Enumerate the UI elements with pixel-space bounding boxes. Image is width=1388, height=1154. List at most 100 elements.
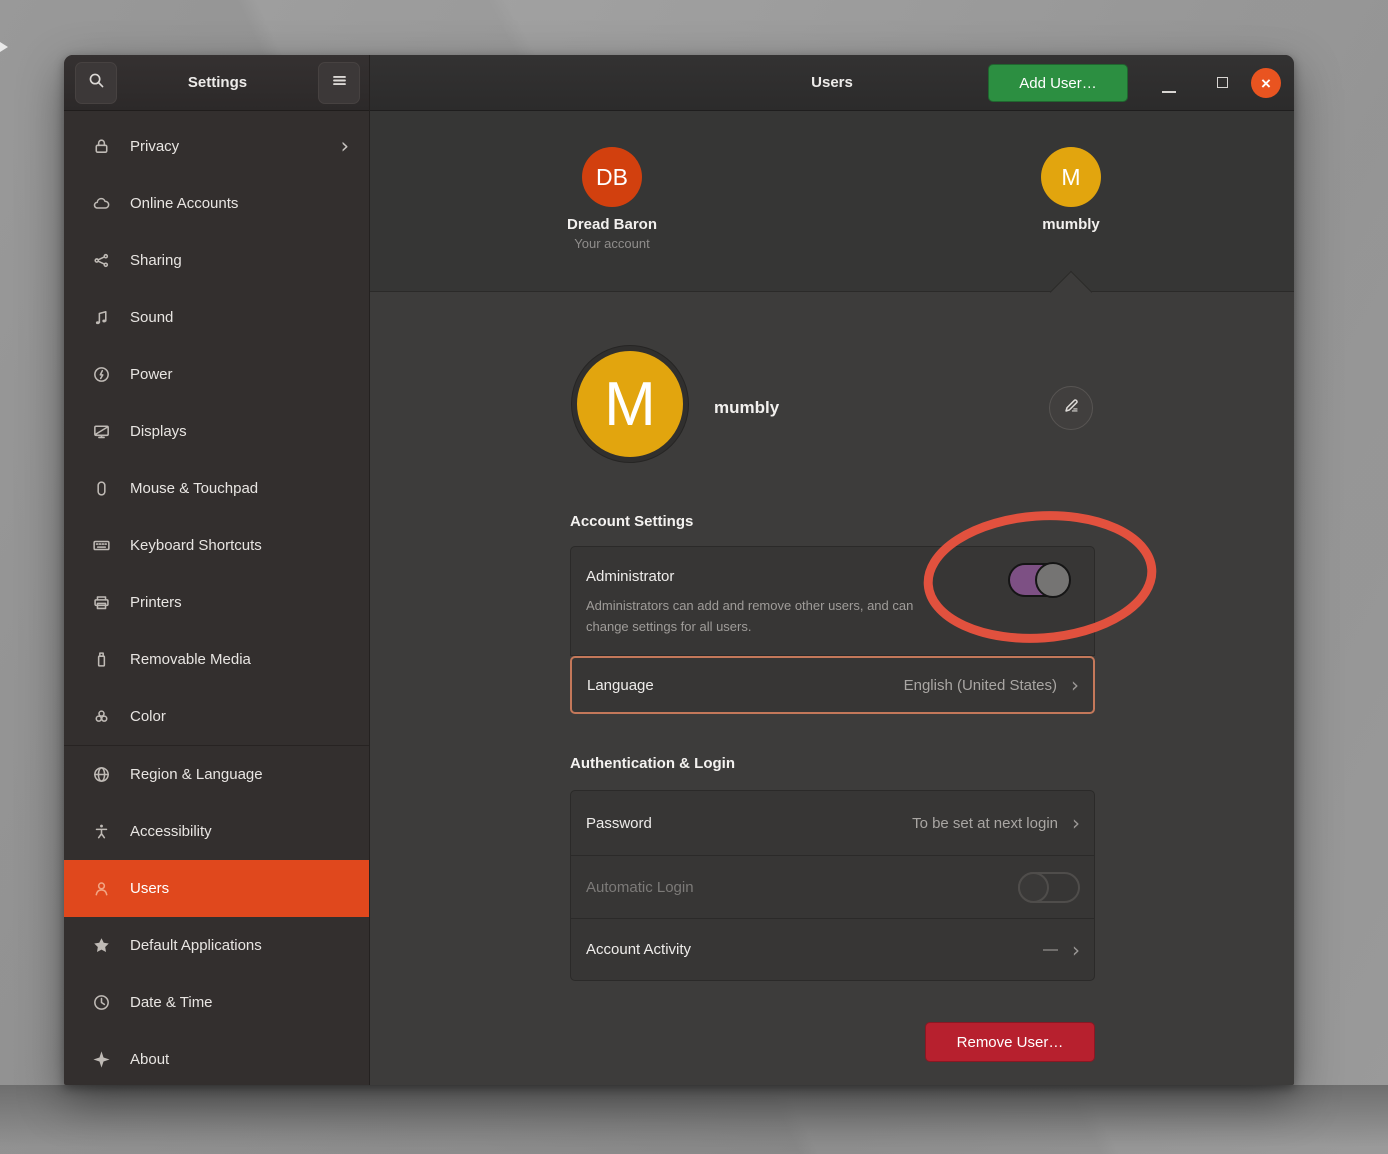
authentication-heading: Authentication & Login [570, 755, 735, 772]
automatic-login-toggle[interactable] [1018, 872, 1080, 903]
user-card-dread-baron[interactable]: DB Dread Baron Your account [512, 147, 712, 251]
clock-icon [92, 993, 111, 1012]
chevron-right-icon: › [1071, 675, 1079, 695]
edit-name-button[interactable] [1049, 386, 1093, 430]
user-avatar-large[interactable]: M [572, 346, 688, 462]
sidebar-item-label: Sharing [130, 252, 349, 269]
sidebar-item-label: Privacy [130, 138, 322, 155]
sidebar-item-about[interactable]: About [64, 1031, 369, 1085]
sparkle-icon [92, 1050, 111, 1069]
sidebar-header: Settings [64, 55, 369, 111]
username-label: mumbly [714, 398, 779, 418]
pencil-icon [1062, 396, 1081, 420]
headerbar: Users Add User… × [370, 55, 1294, 111]
star-icon [92, 936, 111, 955]
sidebar-item-label: Printers [130, 594, 349, 611]
administrator-toggle[interactable] [1008, 563, 1070, 597]
settings-window: Settings Privacy › Online Accounts Sharing S… [64, 55, 1294, 1085]
user-detail: M mumbly Account Settings Administrator … [370, 292, 1294, 1085]
account-activity-value: — [1043, 941, 1058, 958]
toggle-knob [1035, 562, 1071, 598]
sidebar-item-label: Accessibility [130, 823, 349, 840]
sidebar-item-online-accounts[interactable]: Online Accounts [64, 175, 369, 232]
sidebar-list: Privacy › Online Accounts Sharing Sound Power… [64, 111, 369, 1085]
removable-icon [92, 650, 111, 669]
sidebar-item-displays[interactable]: Displays [64, 403, 369, 460]
sidebar-item-color[interactable]: Color [64, 688, 369, 745]
sidebar-item-label: Displays [130, 423, 349, 440]
displays-icon [92, 422, 111, 441]
page-title: Users [811, 74, 853, 91]
avatar[interactable]: DB [582, 147, 642, 207]
mouse-icon [92, 479, 111, 498]
sidebar-item-power[interactable]: Power [64, 346, 369, 403]
add-user-button[interactable]: Add User… [988, 64, 1128, 102]
avatar[interactable]: M [1041, 147, 1101, 207]
sidebar-item-date-time[interactable]: Date & Time [64, 974, 369, 1031]
authentication-list: Password To be set at next login › Autom… [570, 790, 1095, 981]
printer-icon [92, 593, 111, 612]
share-icon [92, 251, 111, 270]
account-activity-row[interactable]: Account Activity — › [571, 918, 1094, 980]
cloud-icon [92, 194, 111, 213]
your-account-label: Your account [574, 236, 649, 251]
sidebar-item-privacy[interactable]: Privacy › [64, 118, 369, 175]
sidebar-item-label: Mouse & Touchpad [130, 480, 349, 497]
search-button[interactable] [75, 62, 117, 104]
main-panel: Users Add User… × DB Dread Baron Your ac… [370, 55, 1294, 1085]
maximize-button[interactable] [1217, 77, 1228, 88]
search-icon [87, 71, 106, 95]
sidebar-item-removable-media[interactable]: Removable Media [64, 631, 369, 688]
language-row[interactable]: Language English (United States) › [570, 656, 1095, 714]
chevron-right-icon: › [341, 136, 349, 157]
minimize-button[interactable] [1162, 91, 1176, 93]
sidebar-item-printers[interactable]: Printers [64, 574, 369, 631]
lock-icon [92, 137, 111, 156]
sidebar-item-sharing[interactable]: Sharing [64, 232, 369, 289]
globe-icon [92, 765, 111, 784]
close-icon: × [1261, 75, 1271, 92]
user-name: mumbly [1042, 216, 1100, 233]
sidebar-item-label: Removable Media [130, 651, 349, 668]
automatic-login-label: Automatic Login [586, 879, 1018, 896]
sidebar-item-label: Sound [130, 309, 349, 326]
accessibility-icon [92, 822, 111, 841]
sidebar-item-label: Color [130, 708, 349, 725]
sidebar-item-keyboard-shortcuts[interactable]: Keyboard Shortcuts [64, 517, 369, 574]
sidebar-item-mouse-touchpad[interactable]: Mouse & Touchpad [64, 460, 369, 517]
user-carousel: DB Dread Baron Your account M mumbly [370, 111, 1294, 292]
desktop: Settings Privacy › Online Accounts Sharing S… [0, 0, 1388, 1154]
sidebar-item-label: About [130, 1051, 349, 1068]
hamburger-menu-icon [330, 71, 349, 95]
password-value: To be set at next login [912, 815, 1058, 832]
automatic-login-row: Automatic Login [571, 855, 1094, 918]
sidebar-item-label: Keyboard Shortcuts [130, 537, 349, 554]
sound-icon [92, 308, 111, 327]
sidebar-item-sound[interactable]: Sound [64, 289, 369, 346]
password-label: Password [586, 815, 912, 832]
account-activity-label: Account Activity [586, 941, 1043, 958]
cursor-artifact [0, 42, 8, 52]
remove-user-button[interactable]: Remove User… [925, 1022, 1095, 1062]
power-icon [92, 365, 111, 384]
sidebar-item-label: Users [130, 880, 349, 897]
user-card-mumbly[interactable]: M mumbly [971, 147, 1171, 233]
app-title: Settings [188, 74, 247, 91]
sidebar-item-users[interactable]: Users [64, 860, 369, 917]
sidebar-item-default-applications[interactable]: Default Applications [64, 917, 369, 974]
administrator-row: Administrator Administrators can add and… [570, 546, 1095, 656]
chevron-right-icon: › [1072, 813, 1080, 833]
sidebar-item-accessibility[interactable]: Accessibility [64, 803, 369, 860]
chevron-right-icon: › [1072, 940, 1080, 960]
sidebar-item-label: Power [130, 366, 349, 383]
sidebar-item-label: Default Applications [130, 937, 349, 954]
primary-menu-button[interactable] [318, 62, 360, 104]
sidebar-item-region-language[interactable]: Region & Language [64, 746, 369, 803]
sidebar-item-label: Online Accounts [130, 195, 349, 212]
toggle-knob [1018, 872, 1049, 903]
account-settings-heading: Account Settings [570, 513, 693, 530]
color-icon [92, 707, 111, 726]
close-button[interactable]: × [1251, 68, 1281, 98]
keyboard-icon [92, 536, 111, 555]
password-row[interactable]: Password To be set at next login › [571, 791, 1094, 855]
